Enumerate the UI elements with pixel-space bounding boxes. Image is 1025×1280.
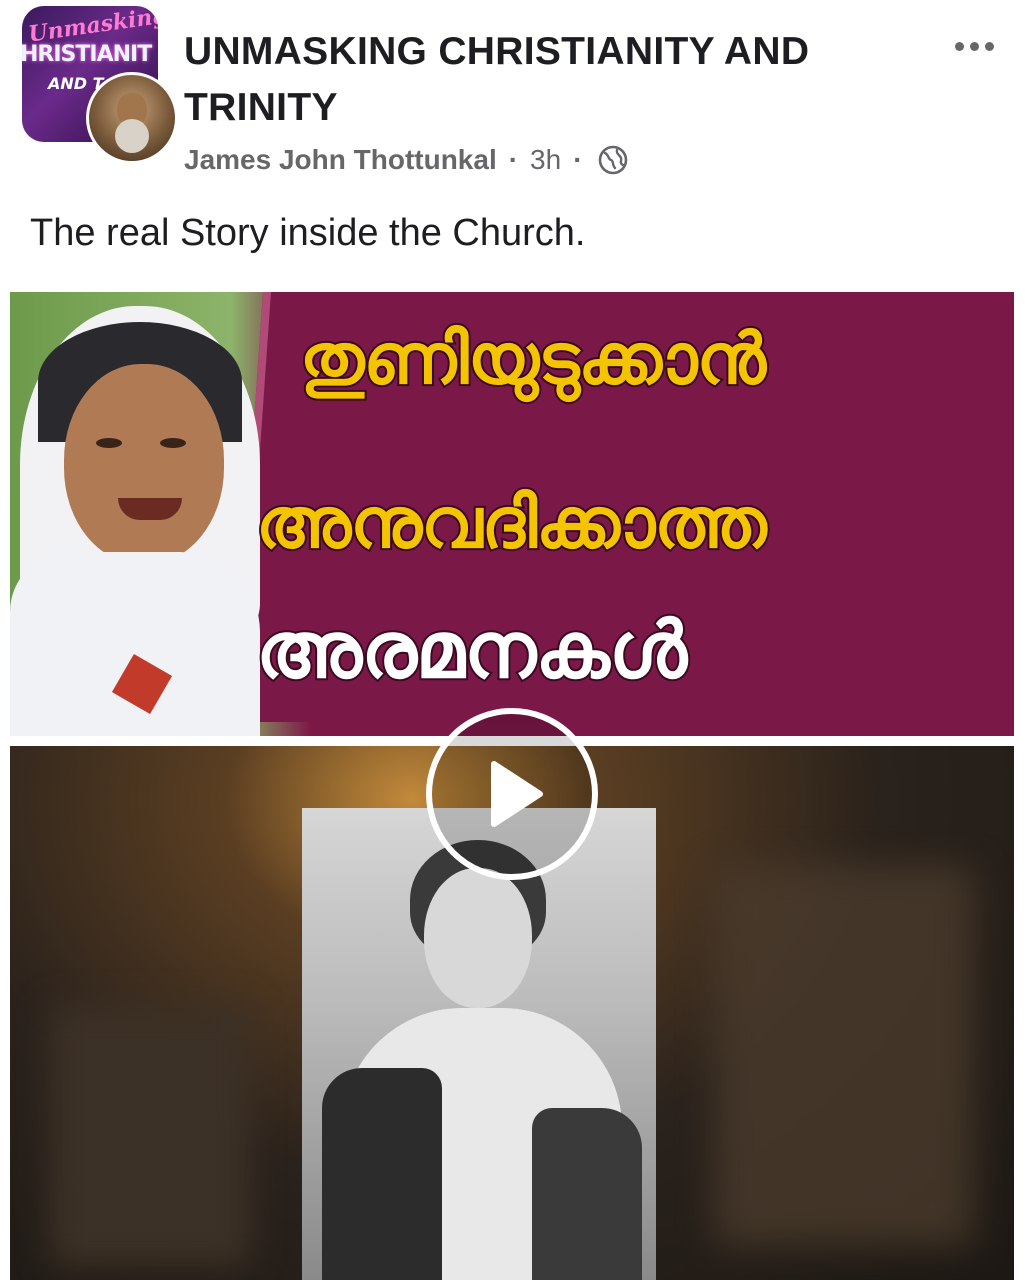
avatar-beard: [115, 119, 149, 153]
play-icon: [491, 761, 543, 827]
separator-dot: ·: [508, 144, 519, 175]
nun-photo: [10, 292, 290, 736]
group-avatar-logo-text: HRISTIANIT: [22, 42, 152, 67]
more-options-button[interactable]: [944, 26, 1004, 66]
more-options-icon: [984, 41, 994, 51]
separator-dot: ·: [573, 144, 583, 175]
blurred-background: [714, 866, 974, 1246]
more-options-icon: [954, 41, 964, 51]
post-timestamp[interactable]: 3h: [530, 144, 561, 176]
headline-line-1: തുണിയുടുക്കാൻ: [298, 316, 768, 402]
post-meta: James John Thottunkal · 3h ·: [184, 140, 629, 180]
author-name-link[interactable]: James John Thottunkal: [184, 144, 497, 176]
blurred-background: [50, 1006, 250, 1266]
play-button[interactable]: [426, 708, 598, 880]
author-avatar[interactable]: [86, 72, 178, 164]
more-options-icon: [969, 41, 979, 51]
post-caption: The real Story inside the Church.: [30, 212, 586, 254]
group-name-link[interactable]: UNMASKING CHRISTIANITY AND TRINITY: [184, 24, 924, 136]
headline-line-2: അനുവദിക്കാത്ത: [254, 480, 769, 566]
globe-icon[interactable]: [597, 144, 629, 176]
headline-line-3: അരമനകൾ: [254, 604, 689, 698]
portrait-painting: [302, 808, 656, 1280]
